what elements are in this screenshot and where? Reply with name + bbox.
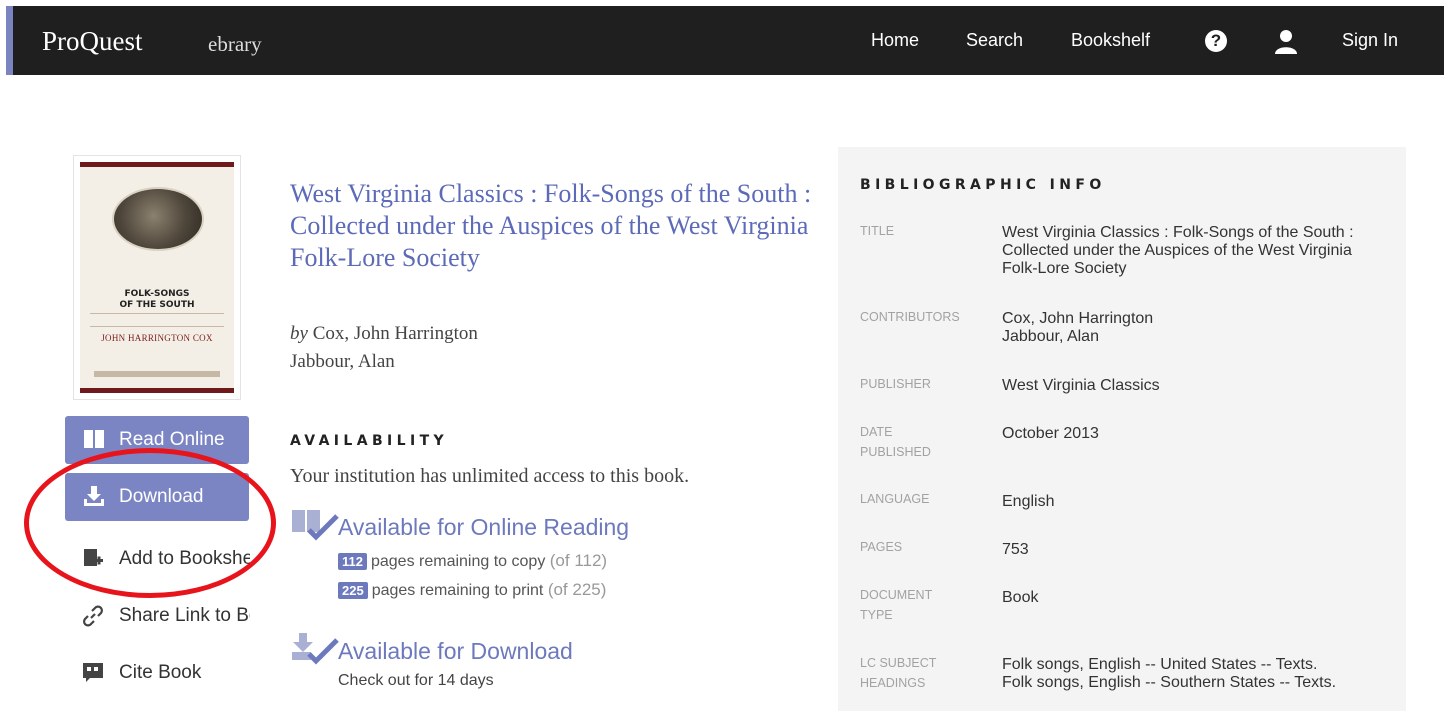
online-reading-icon bbox=[292, 510, 339, 541]
available-online-reading-link[interactable]: Available for Online Reading bbox=[338, 514, 629, 541]
annotation-highlight-circle bbox=[24, 448, 276, 598]
book-cover-image: FOLK-SONGS OF THE SOUTH JOHN HARRINGTON … bbox=[80, 162, 234, 393]
cite-book-label: Cite Book bbox=[119, 662, 202, 683]
info-key-title: TITLE bbox=[860, 224, 895, 238]
nav-home[interactable]: Home bbox=[871, 30, 919, 51]
cover-author: JOHN HARRINGTON COX bbox=[101, 333, 213, 343]
info-value-pages: 753 bbox=[1002, 541, 1029, 558]
quote-icon bbox=[83, 663, 103, 682]
print-count-badge: 225 bbox=[338, 582, 368, 599]
copy-count-badge: 112 bbox=[338, 553, 367, 570]
info-key-date-published: DATE PUBLISHED bbox=[860, 425, 931, 459]
info-key-language: LANGUAGE bbox=[860, 492, 930, 506]
cover-title-line-1: FOLK-SONGS bbox=[124, 289, 190, 299]
sign-in-link[interactable]: Sign In bbox=[1342, 30, 1398, 51]
bibliographic-info-panel: BIBLIOGRAPHIC INFO TITLE West Virginia C… bbox=[838, 147, 1406, 711]
copy-total: (of 112) bbox=[549, 551, 608, 570]
book-title[interactable]: West Virginia Classics : Folk-Songs of t… bbox=[290, 178, 820, 274]
checkout-period: Check out for 14 days bbox=[338, 672, 494, 689]
brand-subtitle: ebrary bbox=[208, 32, 262, 56]
availability-statement: Your institution has unlimited access to… bbox=[290, 465, 690, 487]
print-pages-remaining: 225 pages remaining to print (of 225) bbox=[338, 580, 606, 600]
cover-photo bbox=[112, 187, 204, 251]
link-icon bbox=[83, 605, 103, 627]
cover-title: FOLK-SONGS OF THE SOUTH bbox=[80, 289, 234, 311]
print-total: (of 225) bbox=[547, 580, 607, 599]
by-label: by bbox=[290, 323, 308, 344]
print-text: pages remaining to print bbox=[371, 582, 544, 599]
nav-search[interactable]: Search bbox=[966, 30, 1023, 51]
author-1[interactable]: Cox, John Harrington bbox=[313, 323, 478, 344]
book-cover[interactable]: FOLK-SONGS OF THE SOUTH JOHN HARRINGTON … bbox=[73, 155, 241, 400]
book-byline: by Cox, John Harrington Jabbour, Alan bbox=[290, 320, 478, 376]
cover-subtitle-band bbox=[90, 313, 224, 327]
info-value-publisher: West Virginia Classics bbox=[1002, 377, 1160, 394]
cover-title-line-2: OF THE SOUTH bbox=[119, 300, 195, 310]
info-value-document-type: Book bbox=[1002, 589, 1039, 606]
info-key-contributors: CONTRIBUTORS bbox=[860, 310, 960, 324]
topbar-accent-strip bbox=[6, 6, 13, 75]
available-for-download-link[interactable]: Available for Download bbox=[338, 638, 573, 665]
brand-logo[interactable]: ProQuest bbox=[42, 26, 143, 57]
info-key-document-type: DOCUMENT TYPE bbox=[860, 588, 932, 622]
help-icon[interactable]: ? bbox=[1205, 30, 1227, 52]
info-value-lc-subject-headings[interactable]: Folk songs, English -- United States -- … bbox=[1002, 656, 1392, 692]
info-value-title: West Virginia Classics : Folk-Songs of t… bbox=[1002, 224, 1354, 277]
availability-heading: AVAILABILITY bbox=[290, 433, 449, 449]
download-availability-icon bbox=[292, 633, 339, 665]
info-value-contributors[interactable]: Cox, John Harrington Jabbour, Alan bbox=[1002, 310, 1382, 346]
info-value-date-published: October 2013 bbox=[1002, 425, 1099, 442]
copy-text: pages remaining to copy bbox=[370, 553, 546, 570]
info-key-publisher: PUBLISHER bbox=[860, 377, 931, 391]
share-link-label: Share Link to Book bbox=[119, 605, 250, 626]
copy-pages-remaining: 112 pages remaining to copy (of 112) bbox=[338, 551, 607, 571]
info-key-pages: PAGES bbox=[860, 540, 903, 554]
top-navigation-bar: ProQuest ebrary Home Search Bookshelf ? … bbox=[6, 6, 1444, 75]
info-value-language: English bbox=[1002, 493, 1055, 510]
author-2[interactable]: Jabbour, Alan bbox=[290, 348, 478, 376]
nav-bookshelf[interactable]: Bookshelf bbox=[1071, 30, 1150, 51]
book-open-icon bbox=[84, 430, 104, 448]
bibliographic-info-heading: BIBLIOGRAPHIC INFO bbox=[860, 177, 1106, 193]
cover-intro-band bbox=[94, 371, 220, 377]
info-key-lc-subject-headings: LC SUBJECT HEADINGS bbox=[860, 656, 937, 690]
user-icon[interactable] bbox=[1273, 28, 1299, 54]
